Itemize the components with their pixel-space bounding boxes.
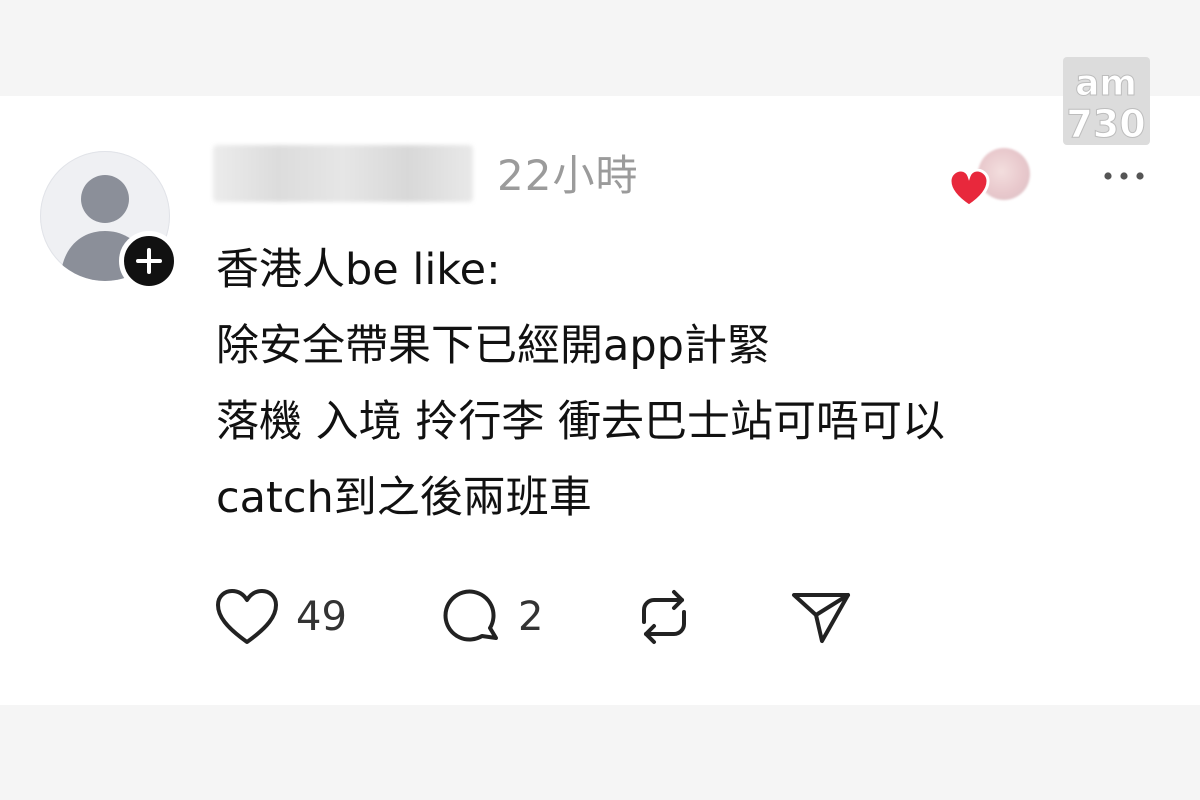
repost-icon: [642, 590, 686, 644]
am730-logo-watermark: am 730: [1063, 57, 1150, 145]
send-icon: [792, 593, 850, 643]
bottom-background: [0, 705, 1200, 800]
author-username-blurred[interactable]: [213, 145, 473, 202]
post-timestamp: 22小時: [497, 151, 639, 200]
like-button[interactable]: 49: [214, 585, 347, 649]
heart-icon: [948, 169, 990, 208]
top-background: [0, 0, 1200, 96]
heart-outline-icon: [216, 589, 278, 644]
more-horizontal-icon: [1104, 172, 1144, 180]
svg-text:am: am: [1075, 63, 1137, 104]
more-options-button[interactable]: [1098, 160, 1154, 192]
svg-text:730: 730: [1066, 102, 1145, 145]
comment-icon: [443, 589, 498, 642]
share-button[interactable]: [790, 585, 854, 649]
reply-button[interactable]: 2: [440, 585, 543, 649]
follow-button[interactable]: [119, 231, 179, 291]
reply-count: 2: [518, 594, 544, 640]
plus-icon: [136, 248, 162, 274]
like-count: 49: [296, 594, 347, 640]
repost-button[interactable]: [632, 585, 696, 649]
post-body-text: 香港人be like: 除安全帶果下已經開app計緊 落機 入境 拎行李 衝去巴…: [216, 245, 946, 523]
